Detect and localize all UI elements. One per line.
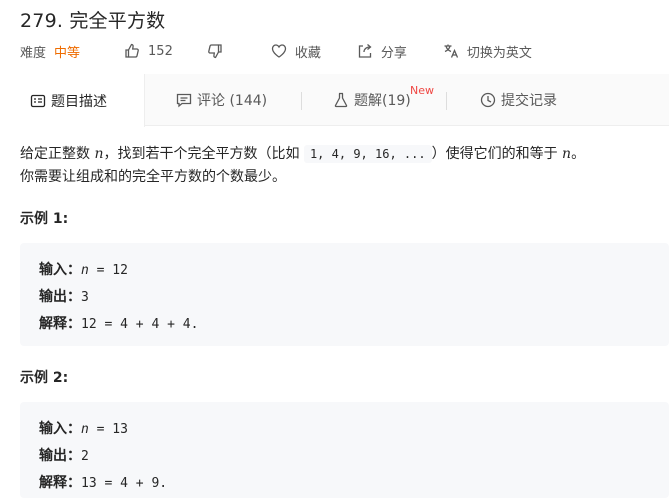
thumbs-up-icon <box>125 43 139 58</box>
favorite-button[interactable]: 收藏 <box>271 42 321 61</box>
like-button[interactable]: 152 <box>124 43 173 59</box>
share-icon <box>358 44 372 58</box>
tab-description-label: 题目描述 <box>51 93 107 110</box>
description-line-2: 你需要让组成和的完全平方数的个数最少。 <box>20 169 286 185</box>
difficulty-badge: 中等 <box>54 45 81 61</box>
output-label: 输出： <box>39 448 81 464</box>
tab-description[interactable]: 题目描述 <box>0 74 145 127</box>
description-line-1: 给定正整数 n ，找到若干个完全平方数（比如 1, 4, 9, 16, ... ）使… <box>20 143 669 166</box>
tab-divider <box>446 92 447 110</box>
seq-item: 1 <box>309 147 318 161</box>
input-variable: n <box>81 422 89 437</box>
clock-icon <box>480 92 496 108</box>
problem-title: 279. 完全平方数 <box>20 10 166 32</box>
translate-icon <box>444 44 458 58</box>
input-variable: n <box>81 263 89 278</box>
output-value: 2 <box>81 449 89 464</box>
seq-item: ... <box>403 147 426 161</box>
example-1-explanation: 解释：12 = 4 + 4 + 4. <box>39 311 669 338</box>
description-text: 。 <box>571 146 586 162</box>
tab-submissions[interactable]: 提交记录 <box>480 74 557 126</box>
seq-item: 4 <box>331 147 339 161</box>
example-2-output: 输出：2 <box>39 443 669 470</box>
tab-solutions[interactable]: 题解(19) <box>333 74 411 126</box>
problem-description: 给定正整数 n ，找到若干个完全平方数（比如 1, 4, 9, 16, ... ）使… <box>20 143 669 189</box>
example-1-output: 输出：3 <box>39 284 669 311</box>
comment-icon <box>176 93 192 108</box>
tab-comments-label: 评论 (144) <box>197 93 268 109</box>
seq-item: 16 <box>375 147 390 161</box>
tab-submissions-label: 提交记录 <box>501 93 557 109</box>
tab-divider <box>301 92 302 110</box>
thumbs-down-icon <box>207 44 222 59</box>
flask-icon <box>334 92 348 108</box>
like-count: 152 <box>148 43 173 59</box>
output-label: 输出： <box>39 289 81 305</box>
difficulty-label: 难度 <box>20 45 47 61</box>
description-text: ）使得它们的和等于 <box>431 146 563 162</box>
input-label: 输入： <box>39 262 81 278</box>
switch-language-label: 切换为英文 <box>466 45 532 61</box>
explanation-value: 12 = 4 + 4 + 4. <box>81 317 199 332</box>
problem-tabs: 题目描述 评论 (144) 题解(19) New 提交记录 <box>0 74 669 127</box>
dislike-button[interactable] <box>207 43 231 59</box>
share-label: 分享 <box>380 45 407 61</box>
example-2-input: 输入：n = 13 <box>39 416 669 443</box>
example-1-block: 输入：n = 12 输出：3 解释：12 = 4 + 4 + 4. <box>20 243 669 346</box>
input-value: = 12 <box>88 263 128 278</box>
seq-item: 9 <box>353 147 361 161</box>
input-label: 输入： <box>39 421 81 437</box>
description-icon <box>30 94 46 107</box>
example-sequence: 1, 4, 9, 16, ... <box>303 145 432 163</box>
input-value: = 13 <box>88 422 128 437</box>
explanation-label: 解释： <box>39 475 81 491</box>
heart-icon <box>271 44 287 58</box>
example-2-explanation: 解释：13 = 4 + 9. <box>39 470 669 497</box>
example-1-title: 示例 1: <box>20 211 69 227</box>
example-2-title: 示例 2: <box>20 370 69 386</box>
new-badge: New <box>410 84 434 97</box>
output-value: 3 <box>81 290 89 305</box>
tab-comments[interactable]: 评论 (144) <box>176 74 267 126</box>
tab-solutions-label: 题解(19) <box>354 93 411 109</box>
switch-language-button[interactable]: 切换为英文 <box>443 42 532 61</box>
example-2-block: 输入：n = 13 输出：2 解释：13 = 4 + 9. <box>20 402 669 498</box>
favorite-label: 收藏 <box>294 45 321 61</box>
variable-n: n <box>562 146 572 162</box>
example-1-input: 输入：n = 12 <box>39 257 669 284</box>
explanation-label: 解释： <box>39 316 81 332</box>
problem-meta-bar: 难度 中等 152 收藏 分享 切换为英文 <box>20 41 532 61</box>
share-button[interactable]: 分享 <box>357 42 407 61</box>
explanation-value: 13 = 4 + 9. <box>81 476 168 491</box>
description-text: 给定正整数 <box>20 146 95 162</box>
description-text: ，找到若干个完全平方数（比如 <box>103 146 304 162</box>
